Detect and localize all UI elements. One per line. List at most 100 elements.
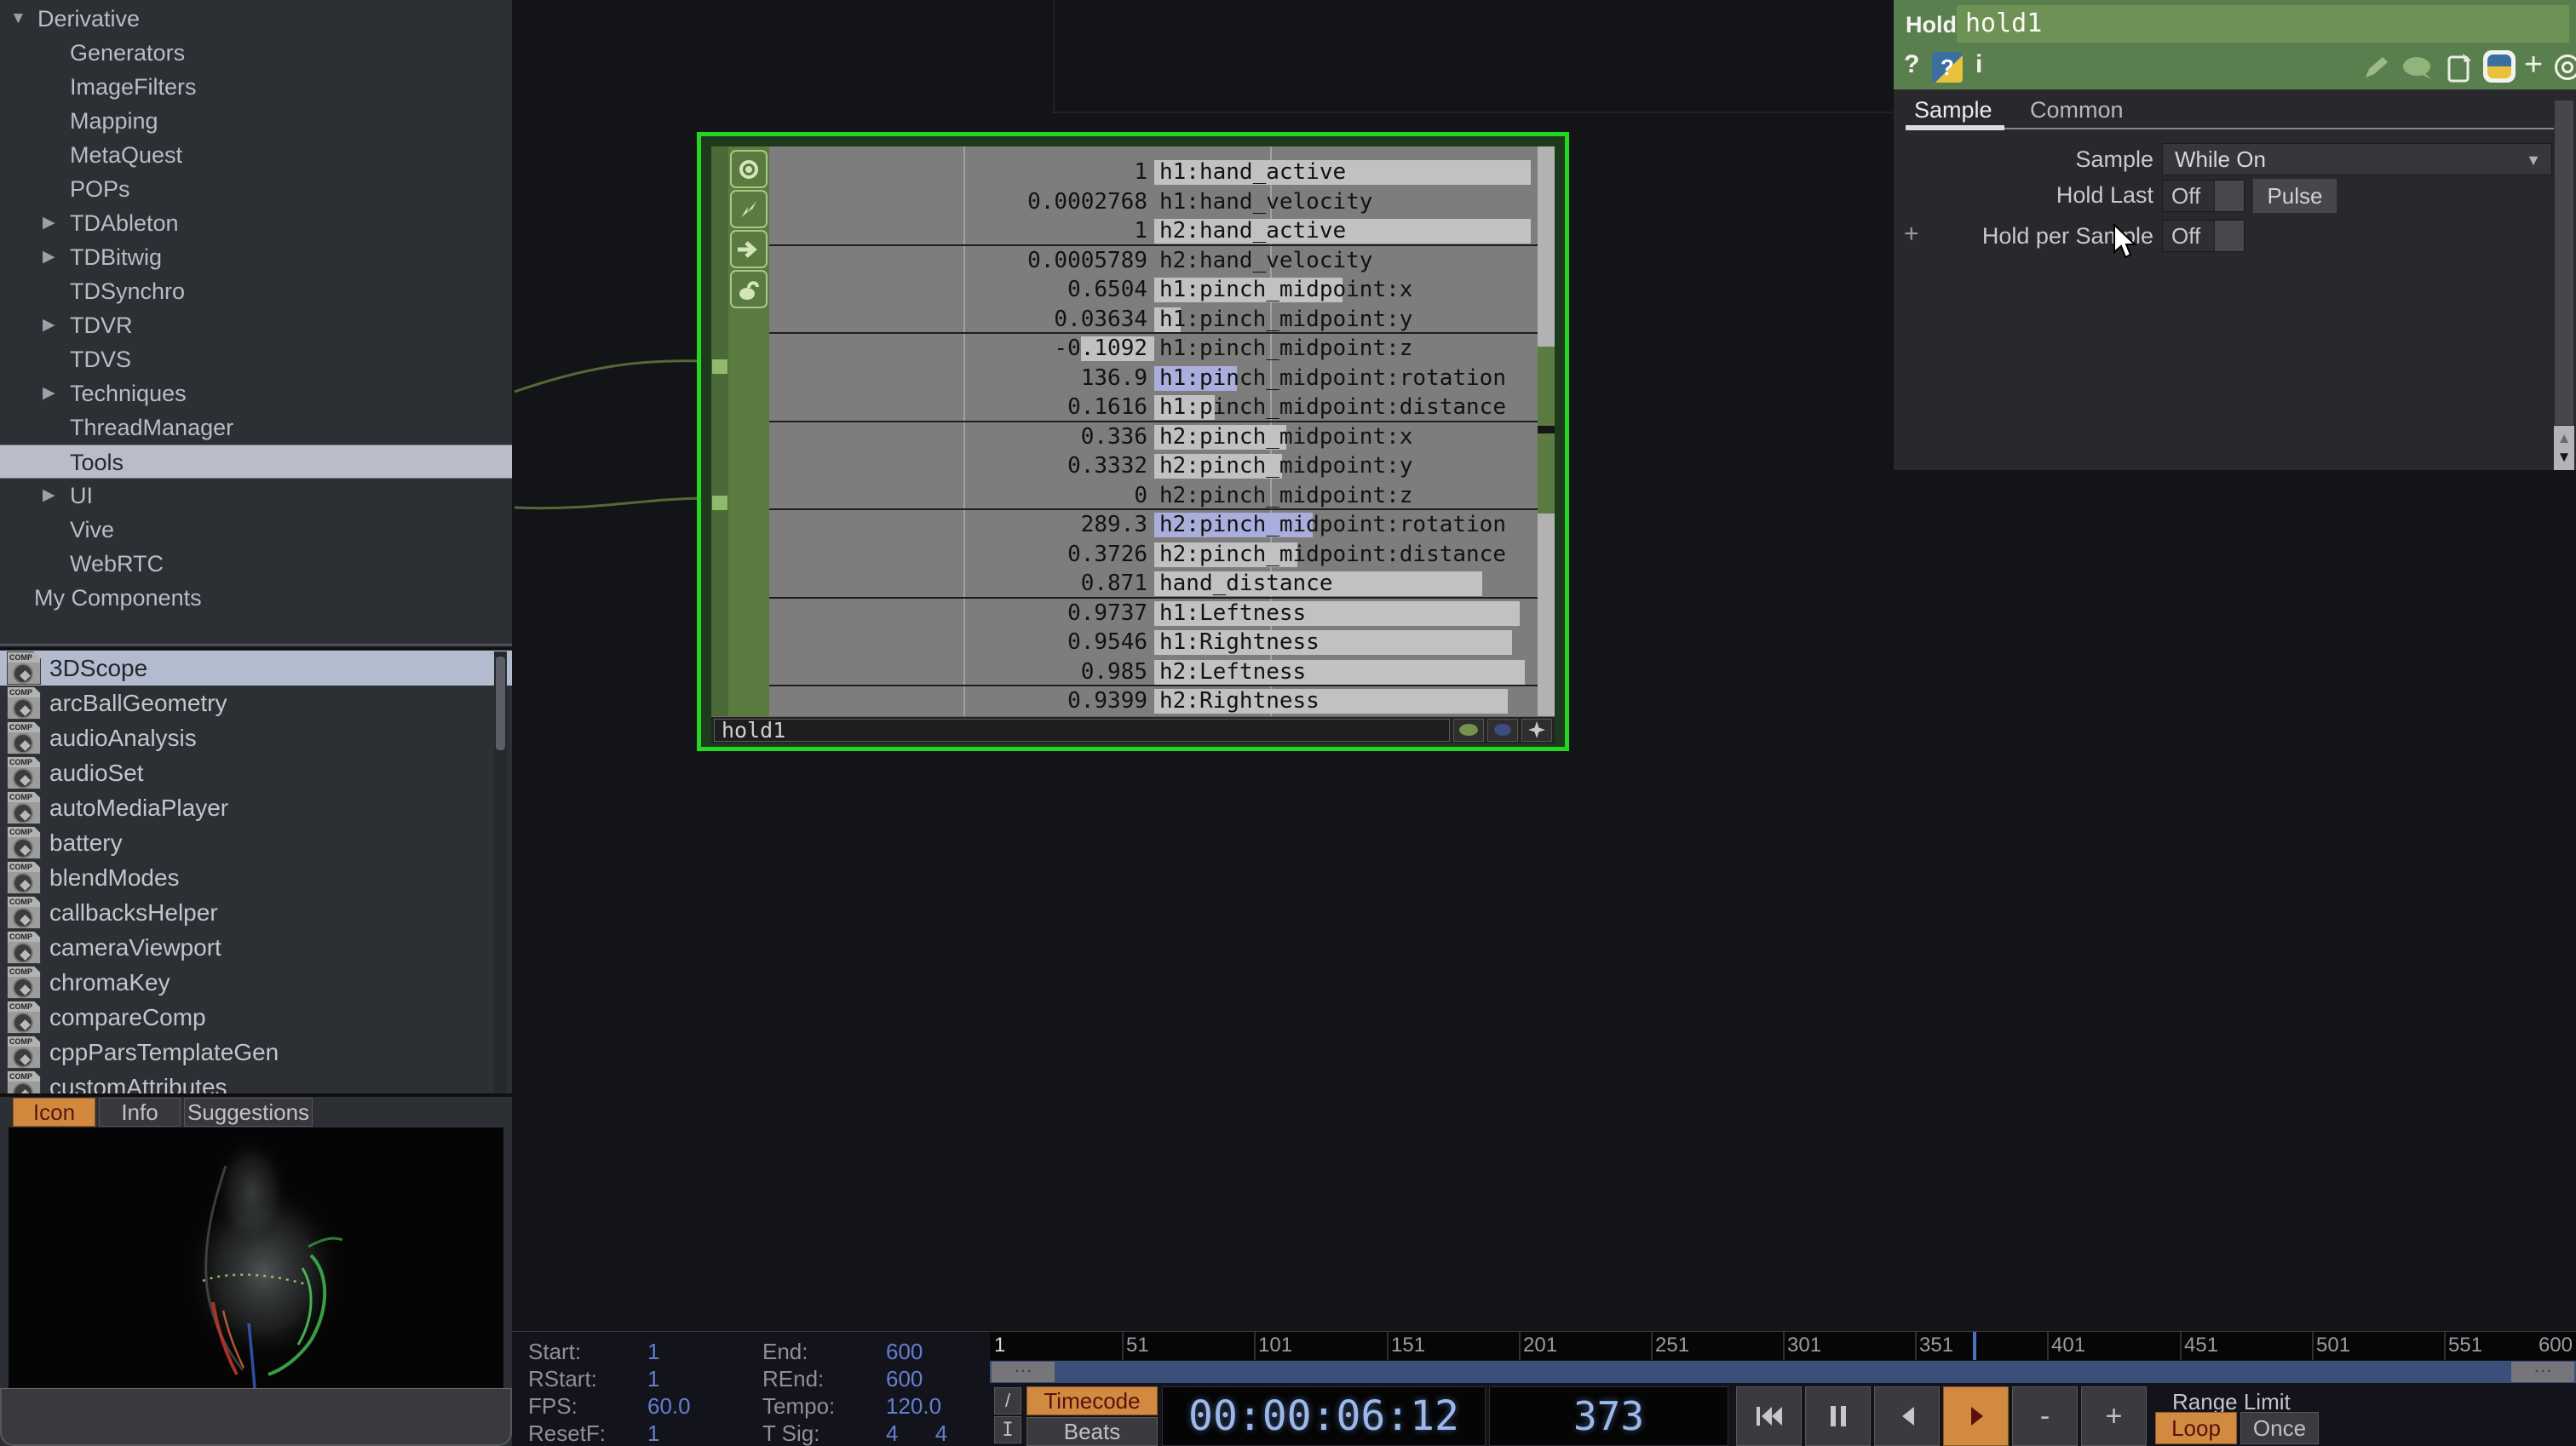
timeline-info-value[interactable]: 600 bbox=[886, 1366, 923, 1392]
info-icon[interactable]: i bbox=[1975, 50, 1982, 79]
tab-info[interactable]: Info bbox=[99, 1098, 181, 1127]
step-back-button[interactable] bbox=[1874, 1386, 1940, 1446]
hold-last-toggle[interactable]: Off bbox=[2162, 180, 2245, 212]
bypass-flag-button[interactable] bbox=[730, 230, 768, 268]
channel-row-h1:pinch_midpoint:rotation[interactable]: 136.9h1:pinch_midpoint:rotation bbox=[769, 364, 1538, 393]
scroll-down-icon[interactable]: ▼ bbox=[2557, 448, 2572, 467]
expand-arrow-icon[interactable]: ▶ bbox=[43, 240, 55, 274]
operator-item-battery[interactable]: COMPbattery bbox=[0, 825, 512, 860]
range-start-handle[interactable]: ··· bbox=[992, 1362, 1055, 1382]
toggle-knob[interactable] bbox=[2214, 181, 2244, 211]
viewer-button-blue[interactable] bbox=[1487, 719, 1518, 742]
timeline-info-value[interactable]: 4 4 bbox=[886, 1420, 947, 1446]
timeline-range-bar[interactable]: ··· ··· bbox=[990, 1361, 2576, 1383]
operator-item-blendModes[interactable]: COMPblendModes bbox=[0, 860, 512, 895]
playhead[interactable] bbox=[1973, 1332, 1976, 1360]
tree-item-imagefilters[interactable]: ImageFilters bbox=[0, 70, 512, 104]
frame-counter-display[interactable]: 373 bbox=[1489, 1386, 1728, 1446]
tab-suggestions[interactable]: Suggestions bbox=[184, 1098, 313, 1127]
tree-item-vive[interactable]: Vive bbox=[0, 513, 512, 547]
slash-button[interactable]: / bbox=[994, 1387, 1021, 1414]
range-end-handle[interactable]: ··· bbox=[2511, 1362, 2574, 1382]
tab-icon[interactable]: Icon bbox=[13, 1098, 95, 1127]
channel-row-h2:pinch_midpoint:x[interactable]: 0.336h2:pinch_midpoint:x bbox=[769, 422, 1538, 452]
tree-item-my-components[interactable]: My Components bbox=[0, 581, 512, 615]
timeline-info-value[interactable]: 120.0 bbox=[886, 1393, 941, 1420]
edit-pencil-icon[interactable] bbox=[2360, 54, 2391, 83]
timeline-info-value[interactable]: 1 bbox=[647, 1420, 659, 1446]
loop-button[interactable]: Loop bbox=[2155, 1412, 2237, 1444]
pulse-button[interactable]: Pulse bbox=[2252, 178, 2337, 214]
channel-display[interactable]: 1h1:hand_active0.0002768h1:hand_velocity… bbox=[769, 146, 1538, 716]
channel-row-h2:pinch_midpoint:z[interactable]: 0h2:pinch_midpoint:z bbox=[769, 481, 1538, 511]
operator-item-autoMediaPlayer[interactable]: COMPautoMediaPlayer bbox=[0, 790, 512, 825]
channel-row-h2:pinch_midpoint:rotation[interactable]: 289.3h2:pinch_midpoint:rotation bbox=[769, 510, 1538, 540]
channel-row-h1:pinch_midpoint:z[interactable]: -0.1092h1:pinch_midpoint:z bbox=[769, 334, 1538, 364]
input-connector[interactable] bbox=[712, 359, 727, 374]
operator-item-chromaKey[interactable]: COMPchromaKey bbox=[0, 965, 512, 1000]
tree-item-webrtc[interactable]: WebRTC bbox=[0, 547, 512, 581]
python-help-icon[interactable]: ? bbox=[1932, 52, 1963, 83]
tree-item-tdbitwig[interactable]: ▶TDBitwig bbox=[0, 240, 512, 274]
channel-row-h2:hand_velocity[interactable]: 0.0005789h2:hand_velocity bbox=[769, 246, 1538, 276]
operator-item-arcBallGeometry[interactable]: COMParcBallGeometry bbox=[0, 686, 512, 720]
timecode-mode-button[interactable]: Timecode bbox=[1026, 1386, 1158, 1415]
channel-row-h1:Rightness[interactable]: 0.9546h1:Rightness bbox=[769, 628, 1538, 657]
comment-bubble-icon[interactable] bbox=[2401, 55, 2435, 83]
lock-flag-button[interactable] bbox=[730, 270, 768, 308]
help-icon[interactable]: ? bbox=[1904, 50, 1919, 79]
operator-item-customAttributes[interactable]: COMPcustomAttributes bbox=[0, 1070, 512, 1093]
input-connector[interactable] bbox=[712, 496, 727, 510]
tree-item-tdvr[interactable]: ▶TDVR bbox=[0, 308, 512, 342]
channel-row-h2:Rightness[interactable]: 0.9399h2:Rightness bbox=[769, 686, 1538, 716]
operator-item-compareComp[interactable]: COMPcompareComp bbox=[0, 1000, 512, 1035]
channel-row-h1:pinch_midpoint:x[interactable]: 0.6504h1:pinch_midpoint:x bbox=[769, 275, 1538, 305]
viewer-button-green[interactable] bbox=[1453, 719, 1484, 742]
step-back-frame-button[interactable]: - bbox=[2012, 1386, 2078, 1446]
node-name-field[interactable]: hold1 bbox=[714, 719, 1450, 742]
node-viewer-hold1[interactable]: 1h1:hand_active0.0002768h1:hand_velocity… bbox=[697, 132, 1569, 751]
channel-row-h1:hand_active[interactable]: 1h1:hand_active bbox=[769, 158, 1538, 187]
timeline-info-value[interactable]: 1 bbox=[647, 1366, 659, 1392]
collapse-arrow-icon[interactable]: ▼ bbox=[10, 2, 26, 36]
channel-row-h1:hand_velocity[interactable]: 0.0002768h1:hand_velocity bbox=[769, 187, 1538, 217]
clipboard-icon[interactable] bbox=[2446, 52, 2475, 84]
expand-arrow-icon[interactable]: ▶ bbox=[43, 308, 55, 342]
channel-row-h2:pinch_midpoint:y[interactable]: 0.3332h2:pinch_midpoint:y bbox=[769, 451, 1538, 481]
operator-name-field[interactable]: hold1 bbox=[1957, 5, 2569, 43]
expand-arrow-icon[interactable]: ▶ bbox=[43, 206, 55, 240]
channel-row-h1:Leftness[interactable]: 0.9737h1:Leftness bbox=[769, 599, 1538, 628]
tree-item-tdsynchro[interactable]: TDSynchro bbox=[0, 274, 512, 308]
timeline-info-value[interactable]: 60.0 bbox=[647, 1393, 691, 1420]
python-logo-icon[interactable] bbox=[2483, 50, 2516, 83]
play-button[interactable] bbox=[1943, 1386, 2009, 1446]
channel-row-h1:pinch_midpoint:y[interactable]: 0.03634h1:pinch_midpoint:y bbox=[769, 305, 1538, 335]
step-forward-frame-button[interactable]: + bbox=[2081, 1386, 2147, 1446]
target-icon[interactable] bbox=[2555, 55, 2576, 80]
operator-item-audioSet[interactable]: COMPaudioSet bbox=[0, 755, 512, 790]
operator-item-3DScope[interactable]: COMP3DScope bbox=[0, 651, 512, 686]
param-scroll-arrows[interactable]: ▲ ▼ bbox=[2554, 426, 2574, 470]
toggle-knob[interactable] bbox=[2214, 221, 2244, 251]
viewer-button-star[interactable] bbox=[1521, 719, 1552, 742]
expand-arrow-icon[interactable]: ▶ bbox=[43, 376, 55, 410]
beats-mode-button[interactable]: Beats bbox=[1026, 1417, 1158, 1446]
timeline-info-value[interactable]: 600 bbox=[886, 1339, 923, 1365]
param-scrollbar[interactable] bbox=[2554, 100, 2574, 426]
tree-item-tdableton[interactable]: ▶TDAbleton bbox=[0, 206, 512, 240]
timeline-ruler[interactable]: 151101151201251301351401451501551600 bbox=[990, 1332, 2576, 1360]
sample-dropdown[interactable]: While On ▼ bbox=[2162, 143, 2552, 175]
tree-item-mapping[interactable]: Mapping bbox=[0, 104, 512, 138]
operator-item-callbacksHelper[interactable]: COMPcallbacksHelper bbox=[0, 895, 512, 930]
tree-item-metaquest[interactable]: MetaQuest bbox=[0, 138, 512, 172]
tree-item-ui[interactable]: ▶UI bbox=[0, 479, 512, 513]
tree-item-derivative[interactable]: ▼Derivative bbox=[0, 2, 512, 36]
expand-arrow-icon[interactable]: ▶ bbox=[43, 479, 55, 513]
cook-flag-button[interactable] bbox=[730, 190, 768, 228]
pause-button[interactable] bbox=[1805, 1386, 1871, 1446]
once-button[interactable]: Once bbox=[2240, 1412, 2319, 1444]
tree-item-tools[interactable]: Tools bbox=[0, 445, 512, 479]
channel-row-h1:pinch_midpoint:distance[interactable]: 0.1616h1:pinch_midpoint:distance bbox=[769, 393, 1538, 422]
tree-item-generators[interactable]: Generators bbox=[0, 36, 512, 70]
display-flag-button[interactable] bbox=[730, 150, 768, 188]
